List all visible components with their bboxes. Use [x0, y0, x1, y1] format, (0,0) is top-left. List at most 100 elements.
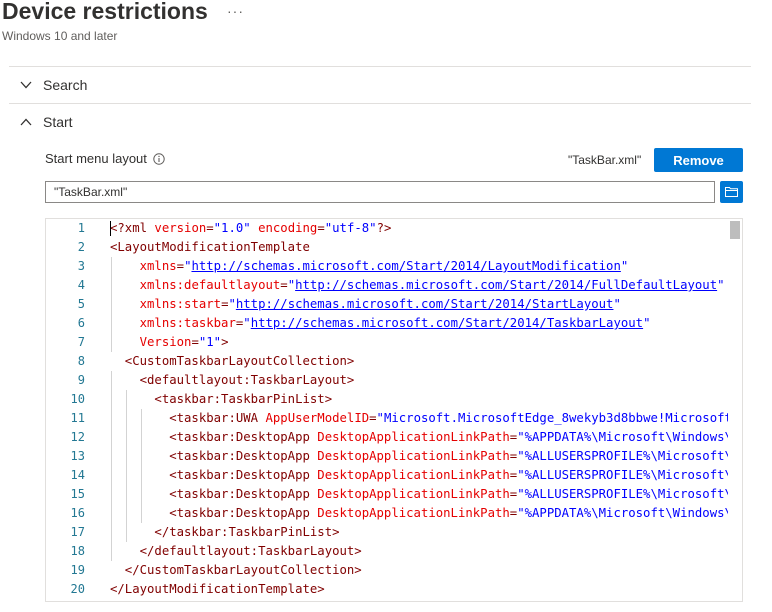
folder-icon	[725, 185, 738, 200]
code-line: <taskbar:DesktopApp DesktopApplicationLi…	[110, 504, 728, 523]
indent-guide	[140, 409, 142, 428]
code-token: =	[191, 335, 199, 349]
indent-guide	[125, 428, 127, 447]
indent-guide	[111, 466, 112, 485]
indent-guide	[111, 542, 112, 561]
line-number: 20	[70, 582, 85, 596]
code-line: </CustomTaskbarLayoutCollection>	[110, 561, 728, 580]
code-line: <taskbar:DesktopApp DesktopApplicationLi…	[110, 485, 728, 504]
code-token: "utf-8"	[324, 221, 377, 235]
text-cursor	[110, 221, 111, 236]
chevron-down-icon	[19, 78, 33, 92]
code-token: "%ALLUSERSPROFILE%\Microsoft\Windows"	[517, 468, 728, 482]
code-token: "	[228, 297, 236, 311]
code-token: xmlns:taskbar	[139, 316, 236, 330]
section-search[interactable]: Search	[9, 67, 751, 103]
code-token: <taskbar:UWA	[110, 411, 266, 425]
code-area[interactable]: <?xml version="1.0" encoding="utf-8"?> <L…	[110, 219, 728, 599]
line-number: 5	[77, 297, 85, 311]
code-line: xmlns:taskbar="http://schemas.microsoft.…	[110, 314, 728, 333]
indent-guide	[111, 485, 112, 504]
code-token: <taskbar:TaskbarPinList>	[110, 392, 333, 406]
code-line: xmlns:start="http://schemas.microsoft.co…	[110, 295, 728, 314]
code-token: </LayoutModificationTemplate>	[110, 582, 325, 596]
code-token: >	[221, 335, 229, 349]
code-line: xmlns:defaultlayout="http://schemas.micr…	[110, 276, 728, 295]
code-token: xmlns:start	[139, 297, 222, 311]
xml-editor[interactable]: 1 2 3 4 5 6 7 8 9 10 11 12 13 14 15 16 17 18 19 20 <?xml ve…	[45, 218, 743, 602]
code-line: xmlns= "http://schemas.microsoft.com/Star…	[110, 257, 728, 276]
section-search-label: Search	[43, 77, 88, 93]
remove-button[interactable]: Remove	[654, 148, 743, 172]
code-token: version	[154, 221, 207, 235]
code-token: ?>	[376, 221, 392, 235]
code-token: DesktopApplicationLinkPath	[317, 487, 510, 501]
indent-guide	[125, 523, 127, 542]
indent-guide	[111, 428, 112, 447]
start-menu-layout-input[interactable]	[45, 181, 715, 203]
section-start[interactable]: Start	[9, 104, 751, 140]
line-number: 13	[70, 449, 85, 463]
code-token: encoding	[258, 221, 318, 235]
indent-guide	[140, 466, 142, 485]
code-token: DesktopApplicationLinkPath	[317, 506, 510, 520]
start-menu-layout-label-text: Start menu layout	[45, 151, 147, 166]
code-token: http://schemas.microsoft.com/Start/2014/…	[250, 316, 644, 330]
code-token: "%ALLUSERSPROFILE%\Microsoft\Windows"	[517, 449, 728, 463]
indent-guide	[140, 447, 142, 466]
code-line: <LayoutModificationTemplate	[110, 238, 728, 257]
code-token: AppUserModelID	[265, 411, 370, 425]
indent-guide	[140, 504, 142, 523]
line-number: 9	[77, 373, 85, 387]
line-number: 2	[77, 240, 85, 254]
code-token: "Microsoft.MicrosoftEdge_8wekyb3d8bbwe!M…	[376, 411, 728, 425]
browse-button[interactable]	[720, 181, 743, 203]
line-number: 8	[77, 354, 85, 368]
indent-guide	[111, 504, 112, 523]
code-token: "	[620, 259, 629, 273]
code-token: =	[317, 221, 325, 235]
code-line: Version="1">	[110, 333, 728, 352]
line-number: 14	[70, 468, 85, 482]
indent-guide	[111, 447, 112, 466]
code-token: DesktopApplicationLinkPath	[317, 430, 510, 444]
code-token: </taskbar:TaskbarPinList>	[110, 525, 340, 539]
code-line: <defaultlayout:TaskbarLayout>	[110, 371, 728, 390]
editor-scrollbar[interactable]	[728, 219, 742, 601]
line-number: 11	[70, 411, 85, 425]
code-token: "	[287, 278, 296, 292]
line-number: 19	[70, 563, 85, 577]
more-icon[interactable]: ···	[227, 3, 244, 19]
editor-scrollbar-thumb[interactable]	[730, 221, 740, 239]
code-line: <CustomTaskbarLayoutCollection>	[110, 352, 728, 371]
indent-guide	[111, 409, 112, 428]
indent-guide	[111, 257, 112, 276]
code-token: =	[369, 411, 377, 425]
line-number: 17	[70, 525, 85, 539]
code-token: </defaultlayout:TaskbarLayout>	[110, 544, 362, 558]
code-token: <LayoutModificationTemplate	[110, 240, 310, 254]
line-number: 7	[77, 335, 85, 349]
line-number-gutter: 1 2 3 4 5 6 7 8 9 10 11 12 13 14 15 16 17 18 19 20	[46, 219, 106, 599]
code-token: DesktopApplicationLinkPath	[317, 449, 510, 463]
code-token: <?xml	[110, 221, 155, 235]
start-menu-layout-label: Start menu layout	[45, 151, 165, 166]
indent-guide	[111, 523, 112, 542]
code-token: http://schemas.microsoft.com/Start/2014/…	[235, 297, 614, 311]
code-token: "%ALLUSERSPROFILE%\Microsoft\Windows"	[517, 487, 728, 501]
info-icon[interactable]	[153, 152, 165, 165]
indent-guide	[125, 504, 127, 523]
line-number: 1	[77, 221, 85, 235]
indent-guide	[111, 314, 112, 333]
indent-guide	[111, 390, 112, 409]
indent-guide	[111, 371, 112, 390]
code-token: http://schemas.microsoft.com/Start/2014/…	[295, 278, 718, 292]
code-token: "%APPDATA%\Microsoft\Windows\Start Menu"	[517, 506, 728, 520]
line-number: 16	[70, 506, 85, 520]
line-number: 15	[70, 487, 85, 501]
uploaded-file-name: "TaskBar.xml"	[568, 153, 642, 167]
code-line: </taskbar:TaskbarPinList>	[110, 523, 728, 542]
